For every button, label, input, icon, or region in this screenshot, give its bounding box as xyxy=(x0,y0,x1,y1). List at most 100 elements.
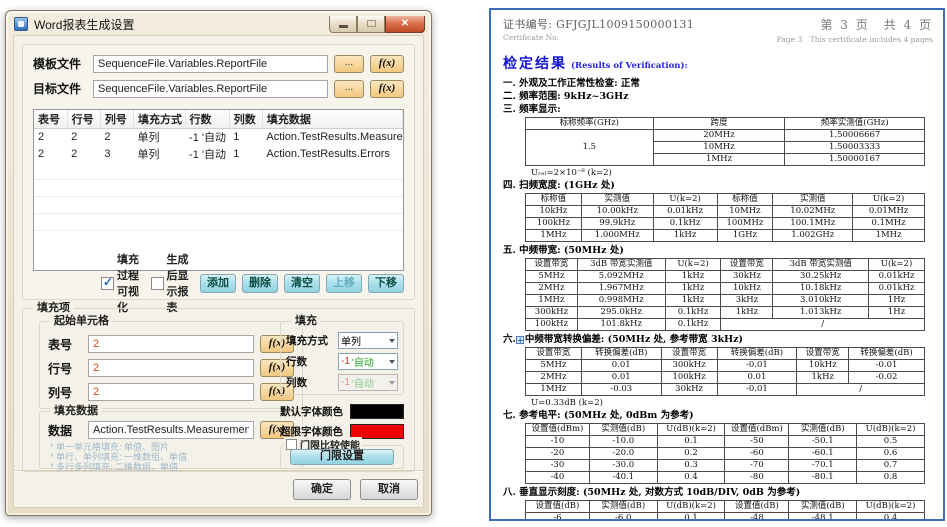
table-row: 100kHz99.9kHz0.1kHz100MHz100.1MHz0.1MHz xyxy=(526,218,925,230)
table-cell: Action.TestResults.Measurements xyxy=(262,129,402,146)
table-cell: 0.1kHz xyxy=(665,319,721,331)
table-row: -20-20.00.2-60-60.10.6 xyxy=(526,448,925,460)
maximize-button[interactable] xyxy=(357,16,385,33)
table-cell: 10MHz xyxy=(653,142,785,154)
column-header[interactable]: 填充方式 xyxy=(133,110,185,129)
column-header: 转换偏差(dB) xyxy=(717,348,797,360)
table-cell: 100kHz xyxy=(526,319,578,331)
title-bar[interactable]: Word报表生成设置 xyxy=(6,11,431,35)
fill-method-select[interactable]: 单列 xyxy=(338,332,398,349)
fill-item-group: 填充项 起始单元格 表号 f(x) 行号 f(x) xyxy=(22,308,415,472)
table-cell: 0.01 xyxy=(581,372,661,384)
col-count-select: -1 '自动 xyxy=(338,374,398,391)
table-cell: 2MHz xyxy=(526,372,582,384)
column-header[interactable]: 表号 xyxy=(34,110,67,129)
column-header: 转换偏差(dB) xyxy=(581,348,661,360)
table-cell: -20.0 xyxy=(589,448,657,460)
table-cell: 30kHz xyxy=(661,384,717,396)
table-cell: 1Hz xyxy=(869,295,925,307)
template-browse-button[interactable]: ... xyxy=(334,55,364,73)
visualize-checkbox[interactable] xyxy=(101,277,114,290)
table-cell: 10.18kHz xyxy=(773,283,869,295)
row-no-input[interactable] xyxy=(88,359,254,377)
table-cell: 0.2 xyxy=(657,448,725,460)
table-cell: 10kHz xyxy=(721,283,773,295)
table-cell: 0.01kHz xyxy=(869,283,925,295)
column-header: 3dB 带宽实测值 xyxy=(577,259,665,271)
page-number-cn: 第 3 页 共 4 页 xyxy=(777,16,933,33)
table-cell: -1 '自动 xyxy=(185,129,229,146)
column-header: U(k=2) xyxy=(653,194,717,206)
col-no-input[interactable] xyxy=(88,383,254,401)
table-row: 1.520MHz1.50006667 xyxy=(526,130,925,142)
upper-panel: 模板文件 ... f(x) 目标文件 ... f(x) 表号行号列号填充方式行数… xyxy=(14,36,423,471)
header-row: 设置值(dBm)实测值(dB)U(dB)(k=2)设置值(dBm)实测值(dB)… xyxy=(526,424,925,436)
target-browse-button[interactable]: ... xyxy=(334,80,364,98)
minimize-button[interactable] xyxy=(329,16,357,33)
data-input[interactable] xyxy=(88,421,254,439)
column-header: 设置带宽 xyxy=(526,259,578,271)
close-button[interactable] xyxy=(385,16,425,33)
table-cell: 0.6 xyxy=(857,448,925,460)
cancel-button[interactable]: 取消 xyxy=(360,479,418,500)
row-count-select[interactable]: -1 '自动 xyxy=(338,353,398,370)
column-header[interactable]: 列数 xyxy=(229,110,262,129)
table-cell: -6.0 xyxy=(589,513,657,522)
fill-data-group-label: 填充数据 xyxy=(50,404,102,418)
show-after-checkbox[interactable] xyxy=(151,277,164,290)
fill-method-label: 填充方式 xyxy=(286,333,334,348)
table-cell: 3.010kHz xyxy=(773,295,869,307)
column-header[interactable]: 行号 xyxy=(67,110,100,129)
clear-button[interactable]: 清空 xyxy=(284,274,320,293)
threshold-settings-button[interactable]: 门限设置 xyxy=(290,449,394,465)
column-header: 设置带宽 xyxy=(526,348,582,360)
visualize-checkbox-group[interactable]: 填充过程可视化 xyxy=(101,251,141,315)
table-row: 1MHz0.998MHz1kHz3kHz3.010kHz1Hz xyxy=(526,295,925,307)
show-after-checkbox-group[interactable]: 生成后显示报表 xyxy=(151,251,191,315)
section-sweep-width: 四. 扫频宽度: (1GHz 处) xyxy=(503,179,933,192)
table-row[interactable]: 222单列-1 '自动1Action.TestResults.Measureme… xyxy=(34,129,403,146)
delete-button[interactable]: 删除 xyxy=(242,274,278,293)
table-cell: 1kHz xyxy=(797,372,849,384)
table-row: -6-6.00.1-48-48.10.4 xyxy=(526,513,925,522)
table-row[interactable]: 223单列-1 '自动1Action.TestResults.Errors xyxy=(34,146,403,163)
template-fx-button[interactable]: f(x) xyxy=(370,55,404,73)
table-cell: 0.3 xyxy=(657,460,725,472)
table-cell: 10kHz xyxy=(797,360,849,372)
target-file-label: 目标文件 xyxy=(33,80,87,97)
add-button[interactable]: 添加 xyxy=(200,274,236,293)
insert-marker-icon xyxy=(516,336,524,344)
target-file-input[interactable] xyxy=(93,80,328,98)
table-cell: 10.02MHz xyxy=(773,206,853,218)
target-fx-button[interactable]: f(x) xyxy=(370,80,404,98)
column-header[interactable]: 列号 xyxy=(100,110,133,129)
table-cell: -60 xyxy=(725,448,789,460)
window-title: Word报表生成设置 xyxy=(34,16,134,33)
column-header[interactable]: 填充数据 xyxy=(262,110,402,129)
table-cell: 30.25kHz xyxy=(773,271,869,283)
table-no-input[interactable] xyxy=(88,335,254,353)
table-cell: 0.01kHz xyxy=(653,206,717,218)
table-cell: 2 xyxy=(34,129,67,146)
table-cell: -30.0 xyxy=(589,460,657,472)
table-cell: 1 xyxy=(229,129,262,146)
visualize-checkbox-label: 填充过程可视化 xyxy=(117,251,141,315)
table-cell: 30kHz xyxy=(721,271,773,283)
move-down-button[interactable]: 下移 xyxy=(368,274,404,293)
chevron-down-icon xyxy=(389,381,395,385)
ok-button[interactable]: 确定 xyxy=(293,479,351,500)
table-cell: / xyxy=(721,319,925,331)
table-cell: 100MHz xyxy=(717,218,773,230)
vertical-scale-table: 设置值(dB)实测值(dB)U(dB)(k=2)设置值(dB)实测值(dB)U(… xyxy=(525,500,925,521)
default-color-swatch[interactable] xyxy=(350,404,404,419)
table-cell: 1MHz xyxy=(653,154,785,166)
hint-single-row-col: * 单行、单列填充: 一维数组、单值 xyxy=(50,452,302,462)
template-file-input[interactable] xyxy=(93,55,328,73)
font-color-settings: 默认字体颜色 超限字体颜色 xyxy=(280,401,404,441)
section-frequency-range: 二. 频率范围: 9kHz~3GHz xyxy=(503,90,933,103)
column-header[interactable]: 行数 xyxy=(185,110,229,129)
move-up-button[interactable]: 上移 xyxy=(326,274,362,293)
table-cell: 1.50003333 xyxy=(785,142,925,154)
table-cell: Action.TestResults.Errors xyxy=(262,146,402,163)
section-vertical-scale: 八. 垂直显示刻度: (50MHz 处, 对数方式 10dB/DIV, 0dB … xyxy=(503,486,933,499)
